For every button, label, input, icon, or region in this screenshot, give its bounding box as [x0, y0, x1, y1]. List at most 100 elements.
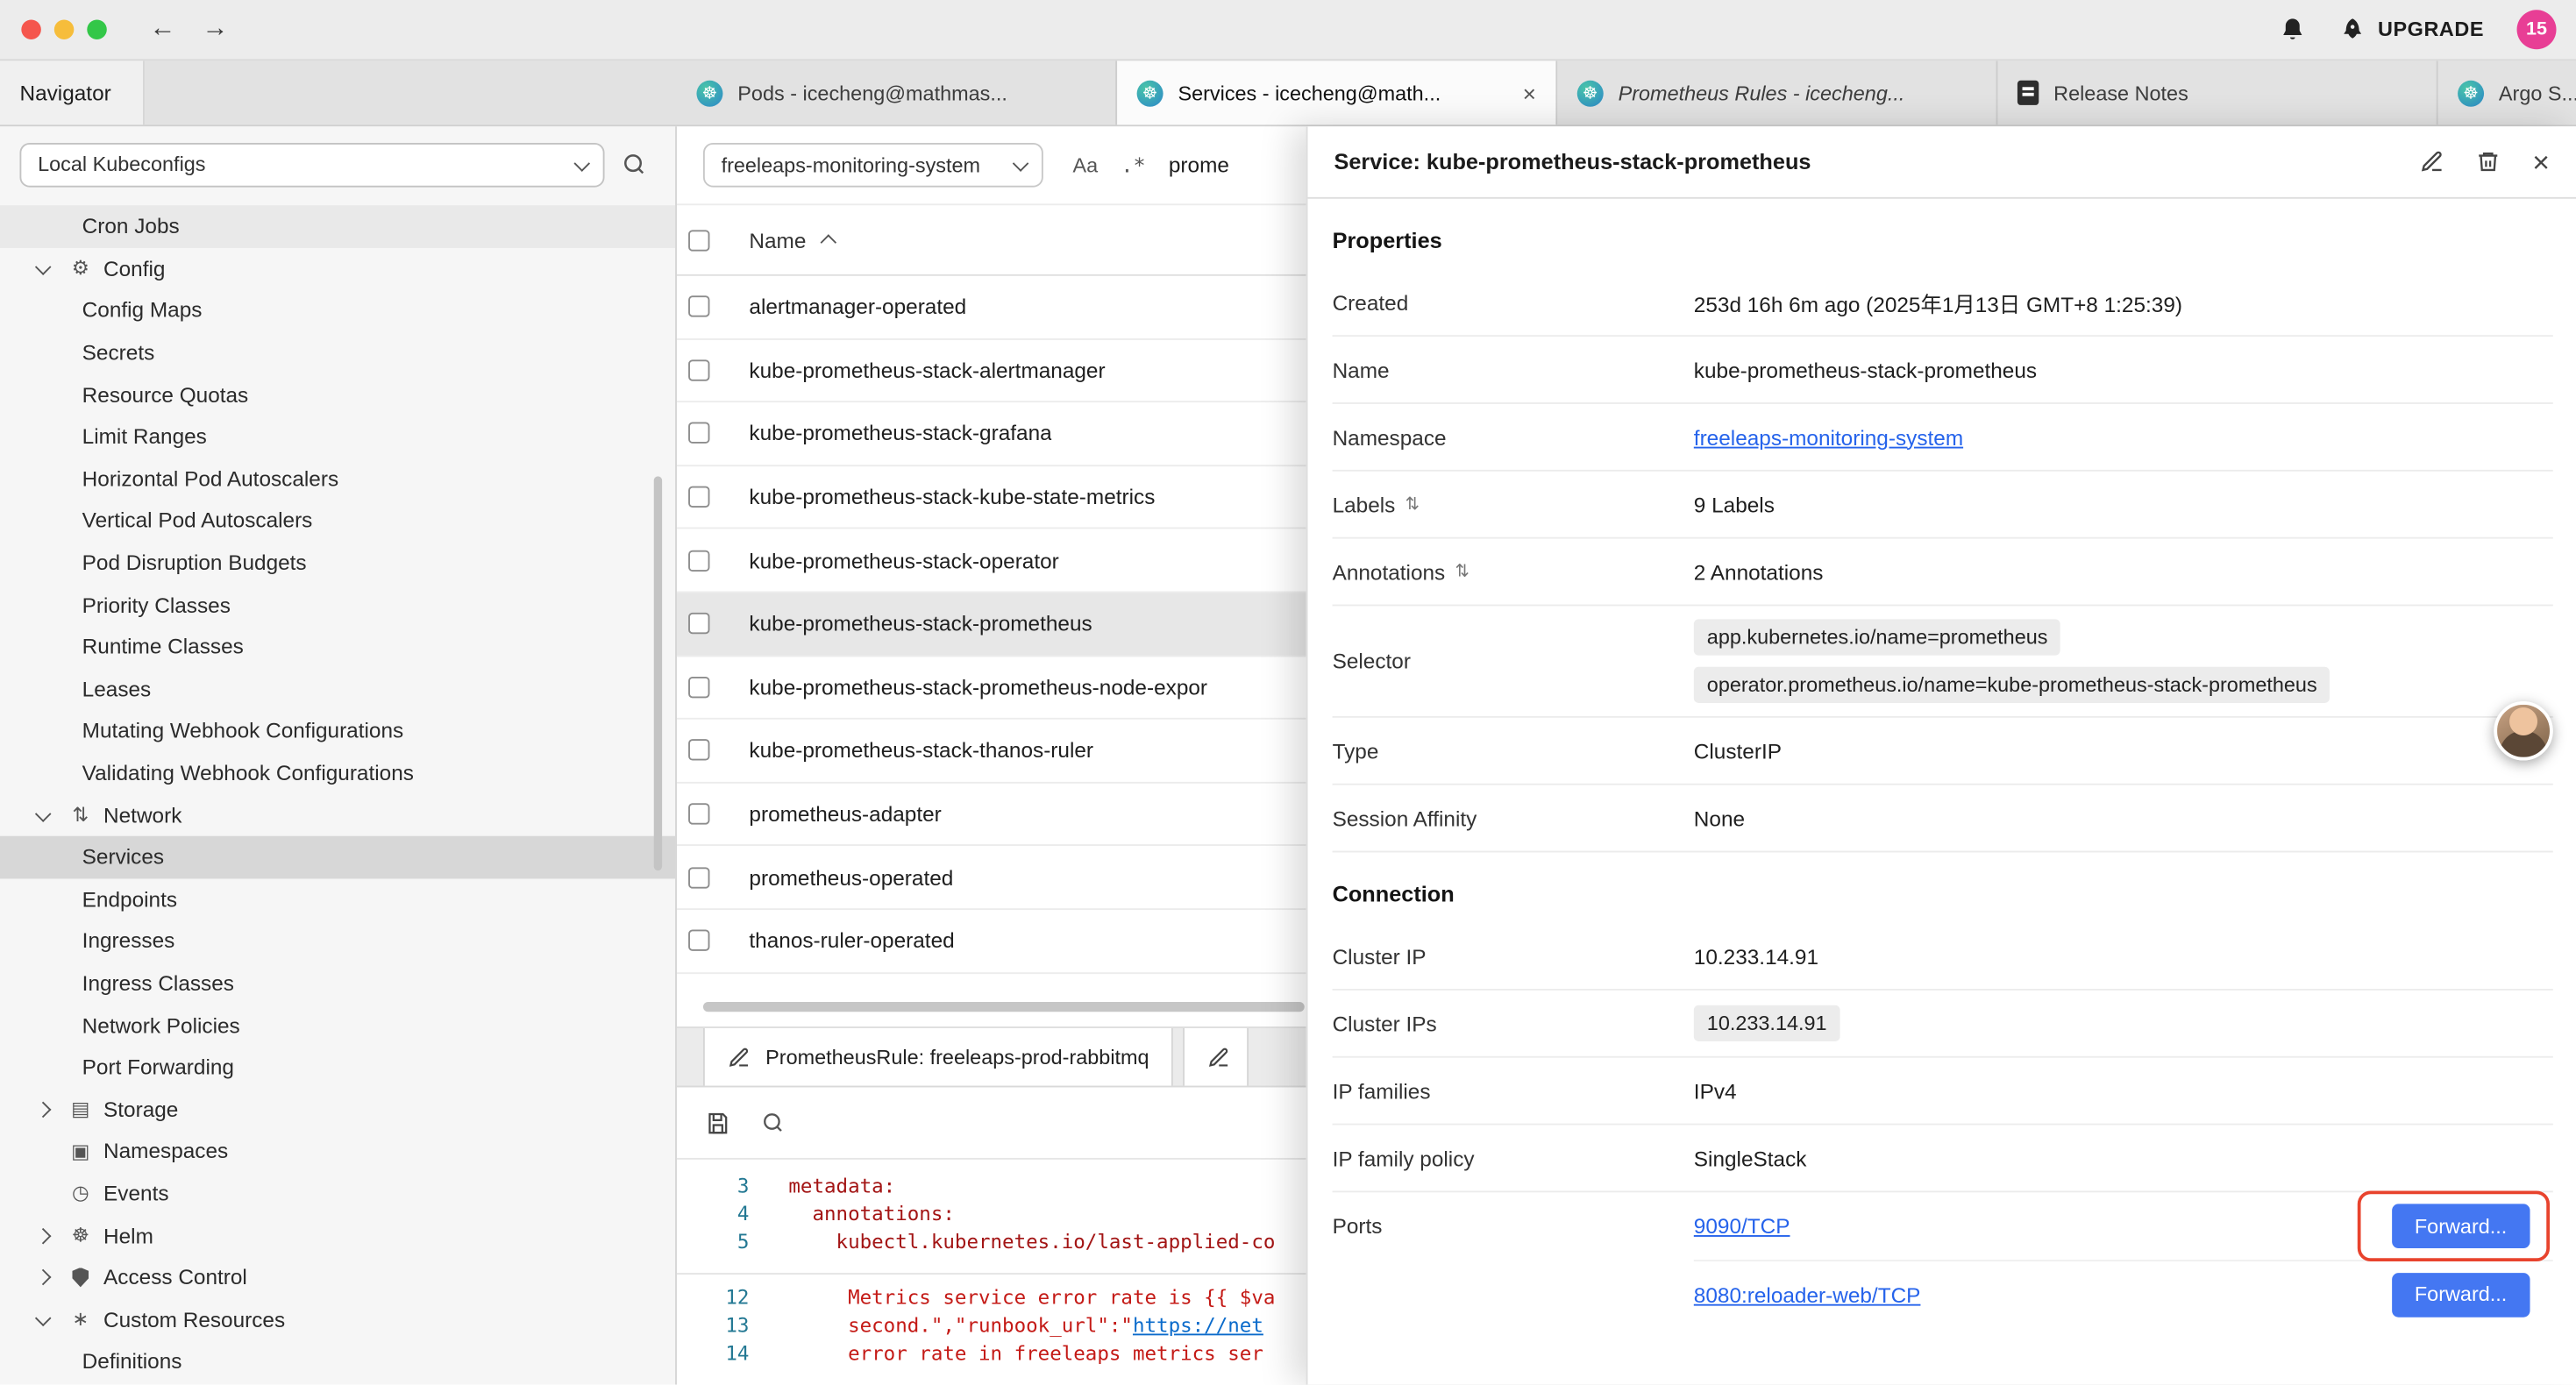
port-link[interactable]: 9090/TCP — [1694, 1214, 1790, 1239]
detail-row-value: kube-prometheus-stack-prometheus — [1694, 358, 2553, 382]
sidebar-item-config[interactable]: ⚙Config — [0, 247, 675, 289]
sidebar-item-label: Resource Quotas — [82, 382, 249, 407]
row-checkbox[interactable] — [688, 359, 709, 380]
forward-button[interactable]: Forward... — [2392, 1272, 2530, 1317]
forward-button[interactable]: Forward... — [2392, 1204, 2530, 1248]
sidebar-item-ingresses[interactable]: Ingresses — [0, 920, 675, 962]
chevron-right-icon[interactable] — [36, 1228, 51, 1243]
row-checkbox[interactable] — [688, 487, 709, 508]
row-checkbox[interactable] — [688, 613, 709, 634]
sidebar-item-access-control[interactable]: Access Control — [0, 1256, 675, 1298]
notifications-bell-icon[interactable] — [2280, 16, 2308, 44]
row-checkbox[interactable] — [688, 296, 709, 317]
sidebar-item-horizontal-pod-autoscalers[interactable]: Horizontal Pod Autoscalers — [0, 458, 675, 500]
chevron-down-icon[interactable] — [36, 806, 51, 820]
sidebar-item-resource-quotas[interactable]: Resource Quotas — [0, 373, 675, 416]
save-file-icon[interactable] — [705, 1110, 731, 1136]
sidebar-item-cron-jobs[interactable]: Cron Jobs — [0, 205, 675, 247]
chevron-right-icon[interactable] — [36, 1102, 51, 1117]
gear-icon: ⚙ — [64, 257, 96, 280]
zoom-window-button[interactable] — [87, 19, 106, 39]
sidebar-item-endpoints[interactable]: Endpoints — [0, 878, 675, 920]
row-checkbox[interactable] — [688, 867, 709, 888]
tab-services-icecheng-math[interactable]: ☸Services - icecheng@math...× — [1117, 60, 1557, 124]
close-panel-icon[interactable]: × — [2532, 147, 2550, 177]
sidebar-item-label: Events — [103, 1181, 168, 1205]
editor-tab-next[interactable] — [1184, 1028, 1249, 1086]
sidebar-item-storage[interactable]: ▤Storage — [0, 1088, 675, 1130]
sidebar-item-validating-webhook-configurations[interactable]: Validating Webhook Configurations — [0, 752, 675, 794]
sort-toggle-icon[interactable]: ⇅ — [1455, 562, 1470, 581]
sidebar-item-custom-resources[interactable]: ∗Custom Resources — [0, 1298, 675, 1340]
sidebar-search-icon[interactable] — [621, 151, 647, 177]
sidebar-item-label: Network — [103, 803, 181, 827]
sort-ascending-icon[interactable] — [821, 235, 836, 250]
row-checkbox[interactable] — [688, 423, 709, 444]
close-tab-icon[interactable]: × — [1523, 80, 1536, 106]
sidebar-item-vertical-pod-autoscalers[interactable]: Vertical Pod Autoscalers — [0, 500, 675, 542]
sidebar-item-services[interactable]: Services — [0, 836, 675, 878]
minimize-window-button[interactable] — [54, 19, 74, 39]
chevron-down-icon[interactable] — [36, 259, 51, 274]
sort-toggle-icon[interactable]: ⇅ — [1405, 494, 1420, 514]
detail-row-ports: Ports9090/TCPForward...8080:reloader-web… — [1333, 1192, 2553, 1327]
chevron-right-icon[interactable] — [36, 1269, 51, 1284]
table-horizontal-scrollbar[interactable] — [703, 1002, 1305, 1012]
sidebar-item-pod-disruption-budgets[interactable]: Pod Disruption Budgets — [0, 542, 675, 584]
tab-prometheus-rules-icecheng[interactable]: ☸Prometheus Rules - icecheng... — [1557, 60, 1997, 124]
delete-service-icon[interactable] — [2477, 150, 2501, 174]
regex-toggle[interactable]: .* — [1121, 153, 1145, 177]
detail-body: PropertiesCreated253d 16h 6m ago (2025年1… — [1307, 199, 2576, 1385]
sidebar-item-events[interactable]: ◷Events — [0, 1172, 675, 1214]
kubeconfig-selector[interactable]: Local Kubeconfigs — [19, 142, 604, 187]
kubernetes-icon: ☸ — [1137, 80, 1163, 106]
editor-search-icon[interactable] — [761, 1111, 786, 1135]
sidebar-item-config-maps[interactable]: Config Maps — [0, 289, 675, 331]
upgrade-button[interactable]: UPGRADE — [2340, 17, 2484, 43]
row-checkbox[interactable] — [688, 930, 709, 951]
detail-row-cluster-ip: Cluster IP10.233.14.91 — [1333, 923, 2553, 991]
editor-tab-prometheusrule[interactable]: PrometheusRule: freeleaps-prod-rabbitmq — [703, 1028, 1174, 1086]
value-chip: operator.prometheus.io/name=kube-prometh… — [1694, 667, 2330, 703]
select-all-checkbox[interactable] — [688, 229, 709, 250]
navigator-panel-tab[interactable]: Navigator — [0, 60, 145, 124]
row-checkbox[interactable] — [688, 677, 709, 698]
close-window-button[interactable] — [21, 19, 40, 39]
sidebar-item-leases[interactable]: Leases — [0, 668, 675, 710]
back-icon[interactable]: ← — [150, 17, 176, 43]
chevron-down-icon[interactable] — [36, 1310, 51, 1325]
tab-pods-icecheng-mathmas[interactable]: ☸Pods - icecheng@mathmas... — [677, 60, 1117, 124]
sidebar-item-network[interactable]: ⇅Network — [0, 794, 675, 836]
sidebar-item-label: Custom Resources — [103, 1307, 285, 1332]
tab-release-notes[interactable]: Release Notes — [1997, 60, 2437, 124]
row-checkbox[interactable] — [688, 803, 709, 824]
port-list: 9090/TCP Forward... 8080:reloader-web/TCP F… — [1694, 1192, 2553, 1327]
sidebar-item-namespaces[interactable]: ▣Namespaces — [0, 1130, 675, 1172]
sidebar-scrollbar[interactable] — [654, 476, 662, 870]
edit-service-icon[interactable] — [2421, 150, 2445, 174]
sidebar-item-network-policies[interactable]: Network Policies — [0, 1004, 675, 1046]
match-case-toggle[interactable]: Aa — [1073, 153, 1099, 176]
sidebar-item-priority-classes[interactable]: Priority Classes — [0, 584, 675, 626]
sidebar-item-mutating-webhook-configurations[interactable]: Mutating Webhook Configurations — [0, 710, 675, 752]
tab-argo-s[interactable]: ☸Argo S... — [2438, 60, 2576, 124]
sidebar-item-definitions[interactable]: Definitions — [0, 1340, 675, 1382]
row-name: kube-prometheus-stack-grafana — [749, 422, 1051, 446]
namespace-link[interactable]: freeleaps-monitoring-system — [1694, 424, 1963, 449]
sidebar-item-port-forwarding[interactable]: Port Forwarding — [0, 1046, 675, 1088]
search-input[interactable]: prome — [1169, 153, 1229, 177]
forward-icon[interactable]: → — [202, 17, 228, 43]
row-checkbox[interactable] — [688, 740, 709, 761]
sidebar-item-ingress-classes[interactable]: Ingress Classes — [0, 962, 675, 1004]
port-link[interactable]: 8080:reloader-web/TCP — [1694, 1282, 1921, 1306]
sidebar-item-secrets[interactable]: Secrets — [0, 331, 675, 373]
detail-row-label: Created — [1333, 290, 1694, 315]
row-checkbox[interactable] — [688, 550, 709, 571]
sidebar-item-limit-ranges[interactable]: Limit Ranges — [0, 416, 675, 458]
floating-avatar-bubble[interactable] — [2494, 701, 2552, 760]
notification-count-badge[interactable]: 15 — [2517, 10, 2557, 49]
sidebar-item-runtime-classes[interactable]: Runtime Classes — [0, 626, 675, 668]
sidebar-item-helm[interactable]: ☸Helm — [0, 1214, 675, 1256]
namespace-filter[interactable]: freeleaps-monitoring-system — [703, 143, 1043, 188]
name-column-header[interactable]: Name — [749, 228, 806, 252]
